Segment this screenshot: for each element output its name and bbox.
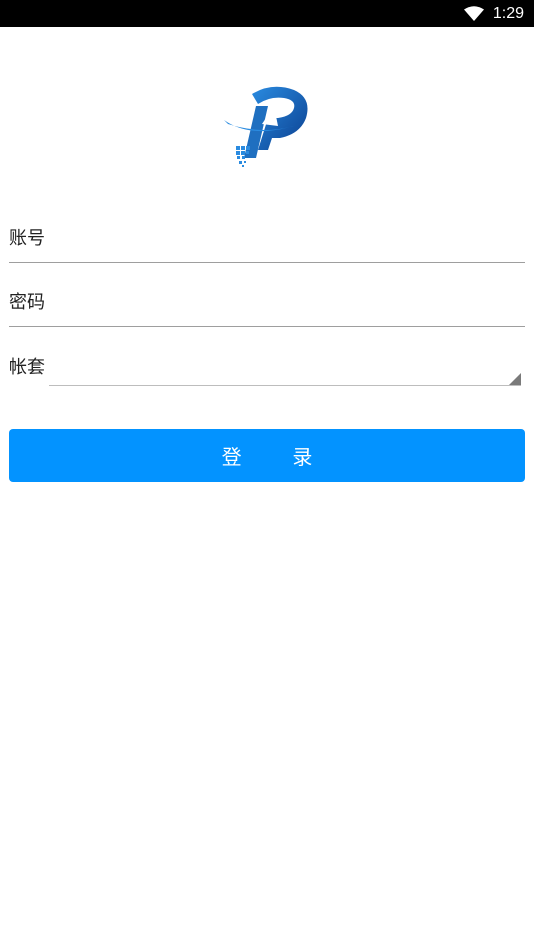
account-set-underline	[49, 385, 521, 386]
dropdown-arrow-icon	[509, 373, 521, 385]
status-time: 1:29	[492, 4, 524, 22]
account-field[interactable]: 账号	[9, 226, 525, 264]
password-field[interactable]: 密码	[9, 291, 525, 329]
wifi-icon	[463, 5, 485, 22]
login-button[interactable]: 登 录	[9, 429, 525, 482]
account-set-dropdown[interactable]	[49, 355, 525, 387]
app-logo-icon	[222, 84, 312, 170]
account-set-field: 帐套	[9, 355, 525, 389]
status-right: 1:29	[463, 0, 524, 27]
account-label: 账号	[9, 228, 45, 249]
password-label: 密码	[9, 292, 45, 313]
account-underline	[9, 262, 525, 263]
status-bar: 1:29	[0, 0, 534, 27]
login-button-label: 登 录	[221, 445, 313, 469]
account-set-label: 帐套	[9, 357, 45, 378]
password-underline	[9, 326, 525, 327]
